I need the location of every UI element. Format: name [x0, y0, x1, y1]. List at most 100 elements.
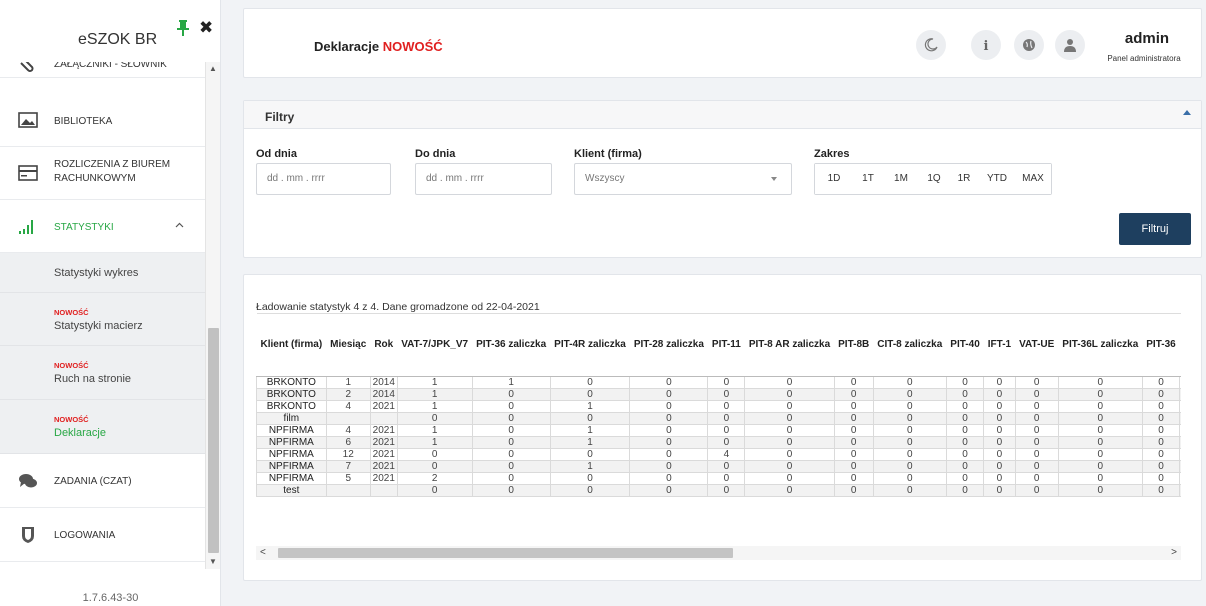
column-header[interactable]: VAT-7/JPK_V7: [397, 313, 473, 377]
range-button-1q[interactable]: 1Q: [919, 164, 949, 194]
table-cell: 0: [872, 484, 947, 497]
column-header[interactable]: CIT-8 zaliczka: [873, 313, 947, 377]
info-button[interactable]: i: [971, 30, 1001, 60]
sidebar-subitem-chart[interactable]: Statystyki wykres: [0, 253, 205, 293]
stats-table-wrapper[interactable]: Klient (firma) Miesiąc Rok VAT-7/JPK_V7 PIT-…: [256, 313, 1181, 541]
column-header[interactable]: PIT-28 zaliczka: [629, 313, 708, 377]
table-cell: 4: [325, 424, 371, 437]
range-button-1d[interactable]: 1D: [815, 164, 853, 194]
scroll-down-arrow-icon[interactable]: ▼: [209, 557, 217, 566]
table-cell: 0: [744, 472, 835, 485]
range-button-1r[interactable]: 1R: [949, 164, 979, 194]
collapse-arrow-icon[interactable]: [1183, 110, 1191, 115]
table-cell: 0: [629, 448, 709, 461]
table-cell: 0: [1014, 412, 1059, 425]
range-button-1m[interactable]: 1M: [883, 164, 919, 194]
column-header[interactable]: Rok: [370, 313, 398, 377]
table-cell: 0: [872, 412, 947, 425]
table-cell: 2: [325, 388, 371, 401]
sidebar-item-accounting[interactable]: ROZLICZENIA Z BIUREM RACHUNKOWYM: [0, 147, 205, 200]
table-cell: 0: [833, 460, 874, 473]
table-row: BRKONTO12014110000000000000: [256, 376, 1181, 389]
column-header[interactable]: PIT-36 zaliczka: [472, 313, 551, 377]
column-header[interactable]: VAT-UE: [1015, 313, 1059, 377]
table-cell: 0: [744, 424, 835, 437]
column-header[interactable]: IFT-1: [983, 313, 1016, 377]
client-cell: NPFIRMA: [256, 472, 327, 485]
filter-button[interactable]: Filtruj: [1119, 213, 1191, 245]
table-cell: 0: [833, 424, 874, 437]
table-cell: 0: [744, 400, 835, 413]
table-cell: 6: [325, 436, 371, 449]
table-cell: 0: [629, 412, 709, 425]
from-date-input[interactable]: dd . mm . rrrr: [256, 163, 391, 195]
info-icon: i: [983, 39, 989, 54]
range-button-ytd[interactable]: YTD: [979, 164, 1015, 194]
sidebar-header: eSZOK BR ✖: [0, 0, 220, 62]
sidebar-scrollbar[interactable]: ▲ ▼: [205, 62, 220, 569]
table-cell: 0: [396, 448, 473, 461]
column-header[interactable]: PIT-36: [1142, 313, 1180, 377]
table-cell: 0: [1057, 460, 1143, 473]
paperclip-icon: [20, 62, 34, 72]
column-header[interactable]: PIT-36L: [1179, 313, 1181, 377]
sidebar-item-attachments[interactable]: ZAŁĄCZNIKI - SŁOWNIK: [0, 62, 205, 78]
table-cell: 0: [549, 412, 631, 425]
table-cell: 0: [1141, 400, 1181, 413]
client-select[interactable]: Wszyscy: [574, 163, 792, 195]
table-cell: 0: [1014, 484, 1059, 497]
table-cell: 0: [471, 472, 551, 485]
sidebar-item-library[interactable]: BIBLIOTEKA: [0, 94, 205, 147]
sidebar-item-logins[interactable]: LOGOWANIA: [0, 508, 205, 562]
sidebar-item-statistics[interactable]: STATYSTYKI: [0, 200, 205, 253]
table-row: NPFIRMA42021101000000000000: [256, 424, 1181, 437]
sidebar-scroll-thumb[interactable]: [208, 328, 219, 553]
scroll-left-arrow-icon[interactable]: <: [260, 547, 266, 558]
scroll-right-arrow-icon[interactable]: >: [1171, 547, 1177, 558]
column-header[interactable]: Miesiąc: [326, 313, 371, 377]
table-cell: 0: [1057, 424, 1143, 437]
sidebar-subitem-traffic[interactable]: NOWOŚĆ Ruch na stronie: [0, 346, 205, 400]
client-select-value: Wszyscy: [585, 173, 625, 184]
column-header[interactable]: PIT-8 AR zaliczka: [744, 313, 835, 377]
table-cell: 1: [549, 400, 631, 413]
sidebar-item-tasks[interactable]: ZADANIA (CZAT): [0, 454, 205, 508]
column-header[interactable]: Klient (firma): [256, 313, 327, 377]
column-header[interactable]: PIT-8B: [834, 313, 874, 377]
pin-icon[interactable]: [176, 20, 190, 36]
column-header[interactable]: PIT-11: [707, 313, 745, 377]
table-cell: 0: [629, 376, 709, 389]
user-icon: [1064, 39, 1076, 52]
client-cell: BRKONTO: [256, 400, 327, 413]
sidebar-subitem-matrix[interactable]: NOWOŚĆ Statystyki macierz: [0, 293, 205, 346]
table-cell: 0: [1014, 388, 1059, 401]
sidebar-subitem-declarations[interactable]: NOWOŚĆ Deklaracje: [0, 400, 205, 454]
column-header[interactable]: PIT-36L zaliczka: [1058, 313, 1143, 377]
table-cell: 0: [1014, 448, 1059, 461]
column-header[interactable]: PIT-40: [946, 313, 984, 377]
column-header[interactable]: PIT-4R zaliczka: [550, 313, 630, 377]
language-button[interactable]: [1014, 30, 1044, 60]
scroll-up-arrow-icon[interactable]: ▲: [209, 64, 217, 73]
filters-header[interactable]: Filtry: [244, 101, 1201, 129]
table-cell: 0: [1057, 412, 1143, 425]
table-cell: 4: [707, 448, 746, 461]
table-cell: 0: [833, 412, 874, 425]
range-button-1t[interactable]: 1T: [853, 164, 883, 194]
table-cell: 0: [983, 388, 1016, 401]
table-cell: [369, 484, 398, 497]
table-cell: 0: [1179, 448, 1181, 461]
table-row: test000000000000000: [256, 484, 1181, 497]
range-button-max[interactable]: MAX: [1015, 164, 1051, 194]
chevron-up-icon[interactable]: [175, 222, 184, 228]
table-cell: 0: [1141, 472, 1181, 485]
table-horizontal-scrollbar[interactable]: < >: [256, 546, 1181, 560]
to-date-input[interactable]: dd . mm . rrrr: [415, 163, 552, 195]
sidebar-subitem-label: Ruch na stronie: [54, 373, 132, 385]
table-cell: 0: [629, 388, 709, 401]
user-button[interactable]: [1055, 30, 1085, 60]
dark-mode-button[interactable]: [916, 30, 946, 60]
table-cell: 0: [983, 448, 1016, 461]
close-icon[interactable]: ✖: [199, 19, 213, 36]
table-scroll-thumb[interactable]: [278, 548, 733, 558]
